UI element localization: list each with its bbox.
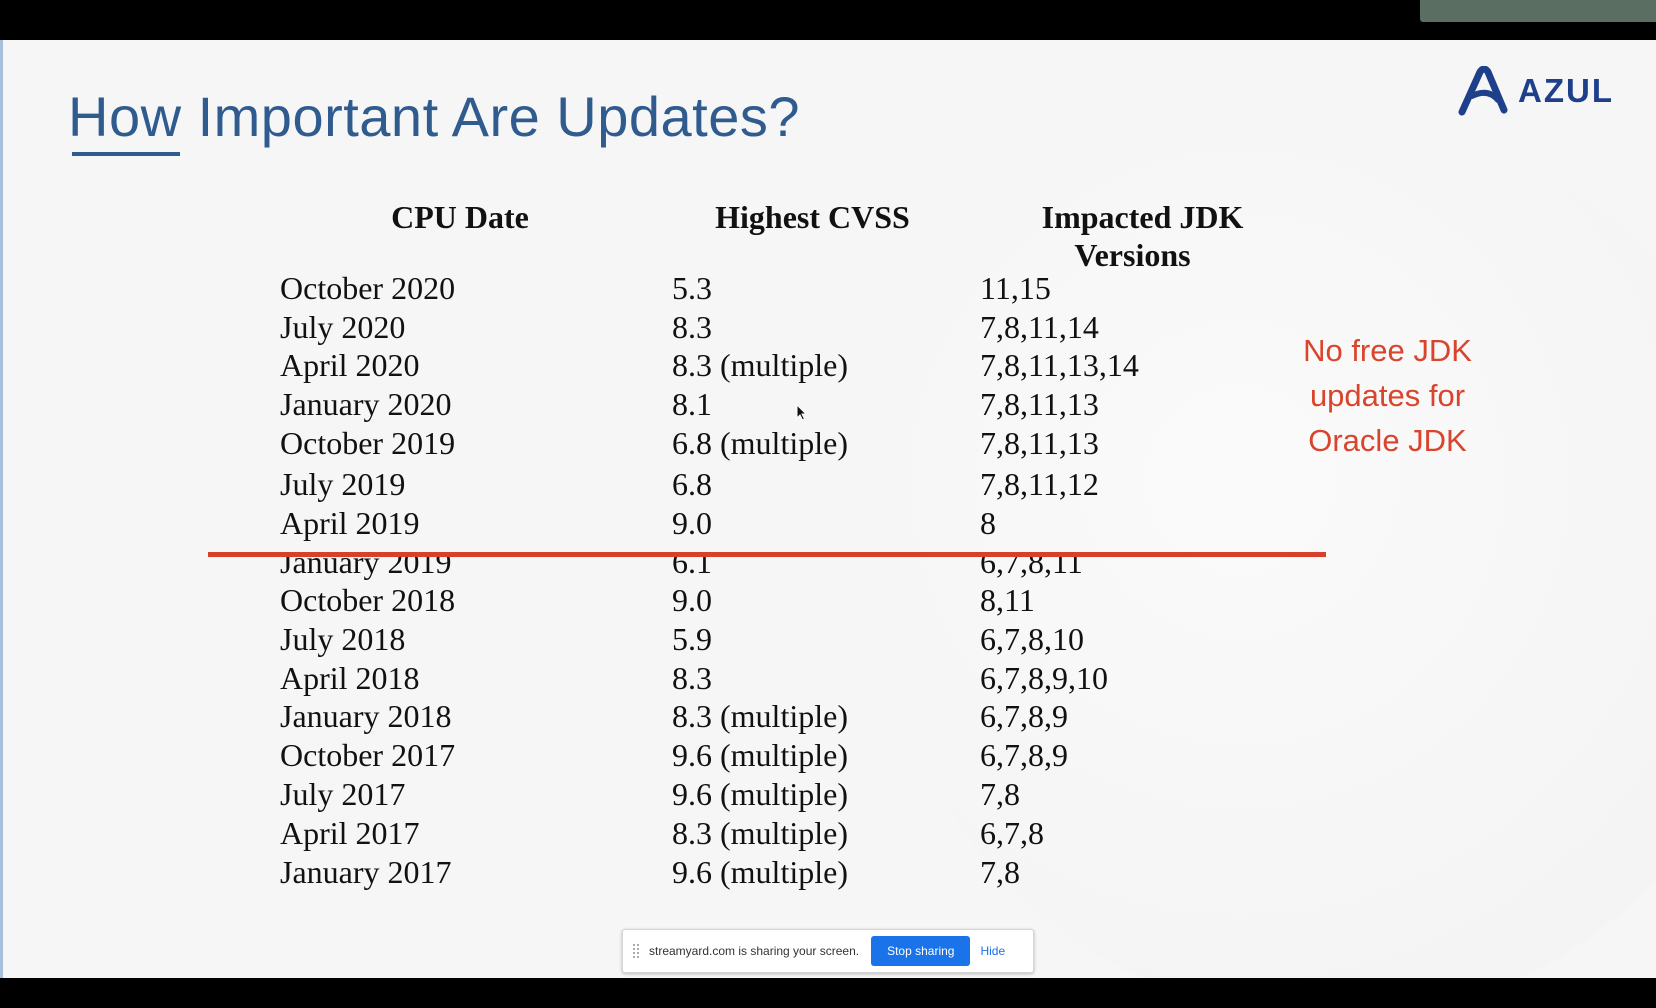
cell-jdk: 7,8,11,13,14 xyxy=(980,347,1139,383)
cell-cvss: 6.8 (multiple) xyxy=(672,425,848,461)
cell-jdk: 7,8,11,13 xyxy=(980,425,1099,461)
top-black-bar xyxy=(0,0,1656,40)
bottom-black-bar xyxy=(0,978,1656,1008)
table-row: October 2017 9.6 (multiple) 6,7,8,9 xyxy=(0,736,1300,774)
cell-jdk: 8,11 xyxy=(980,582,1035,618)
note-line: updates for xyxy=(1309,378,1466,413)
azul-logo-icon xyxy=(1458,66,1508,116)
cell-date: January 2017 xyxy=(280,854,452,890)
title-underline xyxy=(72,152,180,156)
cell-date: July 2019 xyxy=(280,466,406,502)
cell-cvss: 9.6 (multiple) xyxy=(672,776,848,812)
cell-cvss: 9.6 (multiple) xyxy=(672,737,848,773)
screen-share-bar: streamyard.com is sharing your screen. S… xyxy=(622,929,1034,973)
table-row: October 2019 6.8 (multiple) 7,8,11,13 xyxy=(0,424,1300,462)
cell-cvss: 5.9 xyxy=(672,621,712,657)
cell-jdk: 7,8 xyxy=(980,776,1020,812)
table-row: January 2018 8.3 (multiple) 6,7,8,9 xyxy=(0,697,1300,735)
cell-date: July 2018 xyxy=(280,621,406,657)
cell-date: October 2017 xyxy=(280,737,456,773)
cell-date: January 2018 xyxy=(280,698,452,734)
cell-cvss: 9.6 (multiple) xyxy=(672,854,848,890)
note-line: No free JDK xyxy=(1303,333,1472,368)
oracle-note: No free JDK updates for Oracle JDK xyxy=(1270,328,1505,463)
cell-cvss: 5.3 xyxy=(672,270,712,306)
stop-sharing-button[interactable]: Stop sharing xyxy=(871,936,971,966)
cell-jdk: 11,15 xyxy=(980,270,1051,306)
cell-jdk: 6,7,8,9 xyxy=(980,737,1068,773)
oracle-cutoff-line xyxy=(208,552,1326,557)
cell-jdk: 7,8,11,12 xyxy=(980,466,1099,502)
cell-date: January 2020 xyxy=(280,386,452,422)
cell-cvss: 6.1 xyxy=(672,544,712,580)
table-row: July 2017 9.6 (multiple) 7,8 xyxy=(0,775,1300,813)
share-message: streamyard.com is sharing your screen. xyxy=(649,944,860,958)
presentation-slide: How Important Are Updates? AZUL CPU Date… xyxy=(0,40,1656,978)
cell-jdk: 7,8,11,14 xyxy=(980,309,1099,345)
cell-date: April 2017 xyxy=(280,815,420,851)
cell-jdk: 7,8,11,13 xyxy=(980,386,1099,422)
header-cpu-date: CPU Date xyxy=(391,199,529,235)
cell-date: April 2018 xyxy=(280,660,420,696)
cell-cvss: 6.8 xyxy=(672,466,712,502)
cell-date: October 2018 xyxy=(280,582,456,618)
table-row: October 2018 9.0 8,11 xyxy=(0,581,1300,619)
cell-date: January 2019 xyxy=(280,544,452,580)
cell-jdk: 6,7,8,9,10 xyxy=(980,660,1108,696)
cell-jdk: 6,7,8 xyxy=(980,815,1044,851)
cell-date: October 2019 xyxy=(280,425,456,461)
table-row: July 2018 5.9 6,7,8,10 xyxy=(0,620,1300,658)
table-row: January 2017 9.6 (multiple) 7,8 xyxy=(0,853,1300,891)
azul-logo-text: AZUL xyxy=(1518,72,1614,109)
azul-logo: AZUL xyxy=(1458,66,1614,116)
table-row: April 2017 8.3 (multiple) 6,7,8 xyxy=(0,814,1300,852)
cell-jdk: 7,8 xyxy=(980,854,1020,890)
cell-date: July 2020 xyxy=(280,309,406,345)
table-row: April 2020 8.3 (multiple) 7,8,11,13,14 xyxy=(0,346,1300,384)
table-row: January 2020 8.1 7,8,11,13 xyxy=(0,385,1300,423)
cell-cvss: 9.0 xyxy=(672,505,712,541)
slide-title: How Important Are Updates? xyxy=(68,85,801,148)
mouse-cursor-icon xyxy=(796,404,808,421)
cell-cvss: 8.3 xyxy=(672,660,712,696)
header-highest-cvss: Highest CVSS xyxy=(715,199,910,235)
table-row: October 2020 5.3 11,15 xyxy=(0,269,1300,307)
cell-cvss: 8.1 xyxy=(672,386,712,422)
table-row: July 2020 8.3 7,8,11,14 xyxy=(0,308,1300,346)
table-row: April 2019 9.0 8 xyxy=(0,504,1300,542)
cell-date: July 2017 xyxy=(280,776,406,812)
cell-jdk: 6,7,8,10 xyxy=(980,621,1084,657)
cell-cvss: 9.0 xyxy=(672,582,712,618)
top-window-tab xyxy=(1420,0,1656,22)
cell-cvss: 8.3 (multiple) xyxy=(672,698,848,734)
cell-jdk: 6,7,8,9 xyxy=(980,698,1068,734)
cell-date: April 2020 xyxy=(280,347,420,383)
note-line: Oracle JDK xyxy=(1308,423,1467,458)
table-row: January 2019 6.1 6,7,8,11 xyxy=(0,543,1300,581)
cell-cvss: 8.3 xyxy=(672,309,712,345)
cell-cvss: 8.3 (multiple) xyxy=(672,815,848,851)
drag-handle-icon[interactable] xyxy=(633,944,639,958)
cell-date: October 2020 xyxy=(280,270,456,306)
hide-button[interactable]: Hide xyxy=(980,944,1005,958)
header-impacted-jdk: Impacted JDK xyxy=(1041,199,1244,235)
cell-cvss: 8.3 (multiple) xyxy=(672,347,848,383)
table-row: April 2018 8.3 6,7,8,9,10 xyxy=(0,659,1300,697)
cell-jdk: 8 xyxy=(980,505,996,541)
cell-jdk: 6,7,8,11 xyxy=(980,544,1083,580)
table-row: July 2019 6.8 7,8,11,12 xyxy=(0,465,1300,503)
cell-date: April 2019 xyxy=(280,505,420,541)
